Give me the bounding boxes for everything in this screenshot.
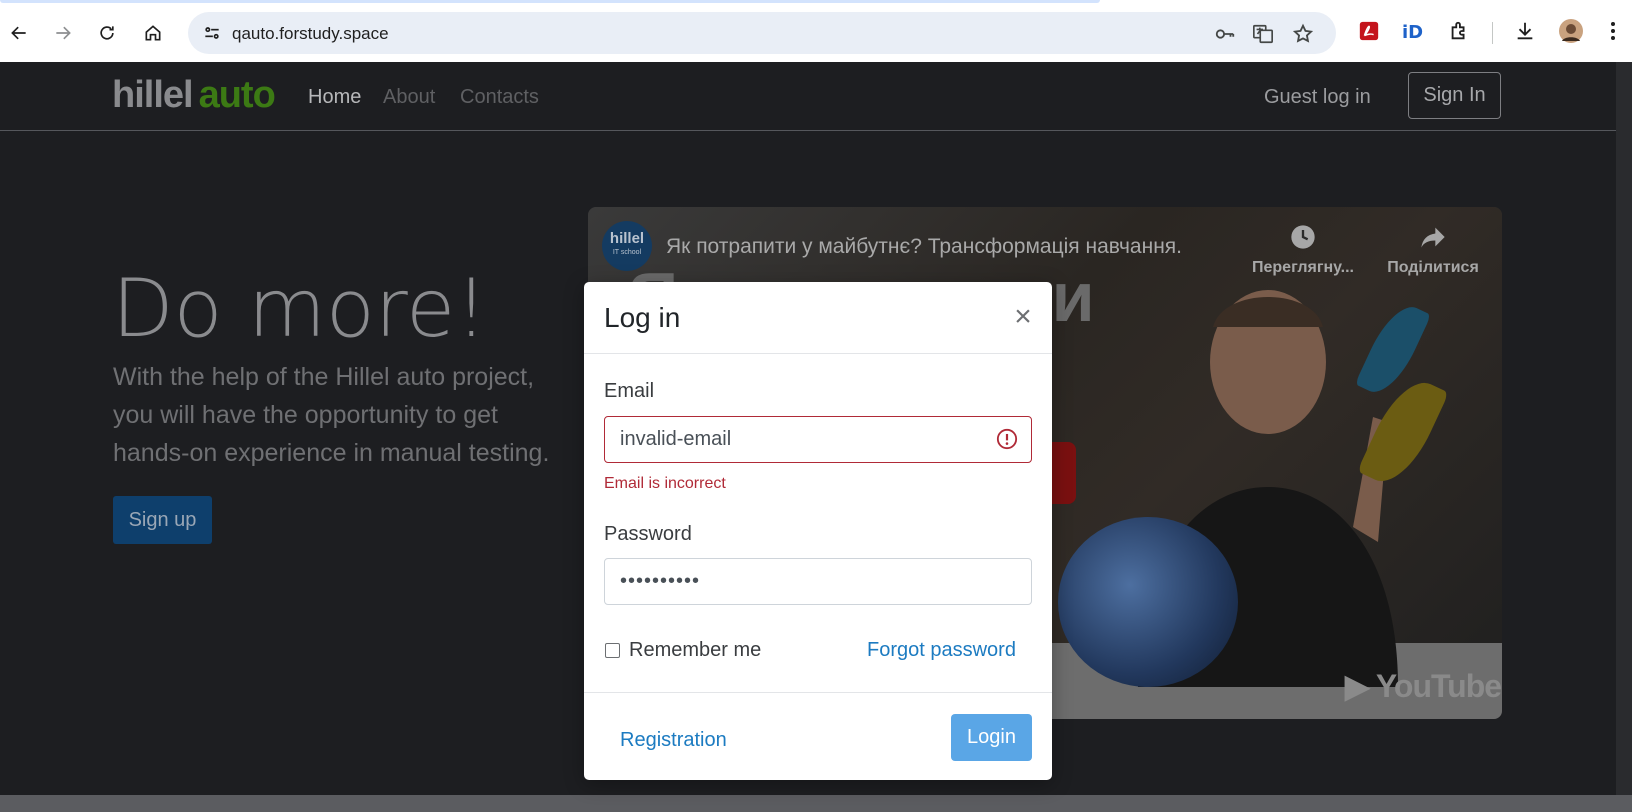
youtube-logo[interactable]: ▶ YouTube bbox=[1345, 667, 1502, 705]
logo[interactable]: hillel auto bbox=[112, 74, 276, 117]
close-icon[interactable]: × bbox=[1008, 302, 1038, 332]
remember-me-label[interactable]: Remember me bbox=[629, 639, 761, 662]
login-button[interactable]: Login bbox=[951, 714, 1032, 761]
sign-in-button[interactable]: Sign In bbox=[1408, 72, 1501, 119]
email-label: Email bbox=[604, 380, 655, 402]
nav-about[interactable]: About bbox=[383, 86, 435, 109]
id-extension-icon[interactable]: iD bbox=[1400, 18, 1426, 44]
reload-button[interactable] bbox=[92, 18, 122, 48]
download-icon[interactable] bbox=[1512, 18, 1538, 44]
video-title[interactable]: Як потрапити у майбутнє? Трансформація н… bbox=[666, 235, 1182, 259]
extensions-icon[interactable] bbox=[1446, 18, 1472, 44]
page-scrollbar[interactable] bbox=[1616, 62, 1632, 812]
pdf-extension-icon[interactable] bbox=[1356, 18, 1382, 44]
forgot-password-link[interactable]: Forgot password bbox=[867, 639, 1016, 662]
star-icon[interactable] bbox=[1292, 23, 1314, 45]
share-button[interactable]: Поділитися bbox=[1378, 223, 1488, 277]
nav-contacts[interactable]: Contacts bbox=[460, 86, 539, 109]
watch-later-button[interactable]: Переглягну... bbox=[1248, 223, 1358, 277]
login-modal: Log in × Email invalid-email Email is in… bbox=[584, 282, 1052, 780]
share-label: Поділитися bbox=[1387, 259, 1479, 276]
error-icon bbox=[996, 428, 1018, 450]
address-bar[interactable]: qauto.forstudy.space bbox=[188, 12, 1336, 54]
modal-footer: Registration Login bbox=[584, 692, 1052, 780]
reload-icon bbox=[100, 26, 114, 40]
site-header: hillel auto Home About Contacts Guest log… bbox=[0, 62, 1616, 131]
home-icon bbox=[145, 25, 161, 41]
hero-title: Do more! bbox=[112, 262, 488, 355]
registration-link[interactable]: Registration bbox=[620, 729, 727, 752]
browser-toolbar: qauto.forstudy.space iD bbox=[0, 0, 1632, 62]
modal-header: Log in × bbox=[584, 282, 1052, 354]
remember-me-checkbox[interactable] bbox=[605, 643, 620, 658]
guest-login-link[interactable]: Guest log in bbox=[1264, 86, 1371, 109]
sign-up-button[interactable]: Sign up bbox=[113, 496, 212, 544]
logo-text-auto: auto bbox=[198, 74, 276, 116]
forward-button[interactable] bbox=[48, 18, 78, 48]
key-icon[interactable] bbox=[1214, 23, 1236, 45]
channel-subtitle: IT school bbox=[612, 249, 642, 256]
share-icon bbox=[1421, 227, 1445, 248]
logo-text-hillel: hillel bbox=[112, 74, 194, 116]
profile-avatar[interactable] bbox=[1558, 18, 1584, 44]
password-field[interactable]: •••••••••• bbox=[604, 558, 1032, 605]
channel-name: hillel bbox=[609, 230, 645, 247]
home-button[interactable] bbox=[138, 18, 168, 48]
clock-icon bbox=[1291, 225, 1315, 249]
page-footer-strip bbox=[0, 795, 1632, 812]
email-field[interactable]: invalid-email bbox=[604, 416, 1032, 463]
site-settings-icon[interactable] bbox=[202, 23, 222, 43]
email-error-message: Email is incorrect bbox=[604, 475, 726, 492]
password-label: Password bbox=[604, 523, 692, 545]
tab-strip bbox=[0, 0, 1100, 3]
back-button[interactable] bbox=[4, 18, 34, 48]
toolbar-divider bbox=[1492, 22, 1493, 44]
translate-icon[interactable] bbox=[1252, 23, 1274, 45]
url-text[interactable]: qauto.forstudy.space bbox=[232, 24, 389, 44]
nav-home[interactable]: Home bbox=[308, 86, 361, 109]
svg-text:iD: iD bbox=[1402, 22, 1423, 43]
hero-description: With the help of the Hillel auto project… bbox=[113, 363, 550, 467]
modal-title: Log in bbox=[604, 302, 681, 333]
menu-icon[interactable] bbox=[1600, 18, 1626, 44]
youtube-logo-text: YouTube bbox=[1375, 668, 1502, 704]
watch-later-label: Переглягну... bbox=[1252, 259, 1354, 276]
arrow-right-icon bbox=[56, 26, 71, 40]
globe-image bbox=[1058, 517, 1238, 687]
arrow-left-icon bbox=[11, 26, 26, 40]
channel-avatar[interactable]: hillel IT school bbox=[602, 221, 652, 271]
